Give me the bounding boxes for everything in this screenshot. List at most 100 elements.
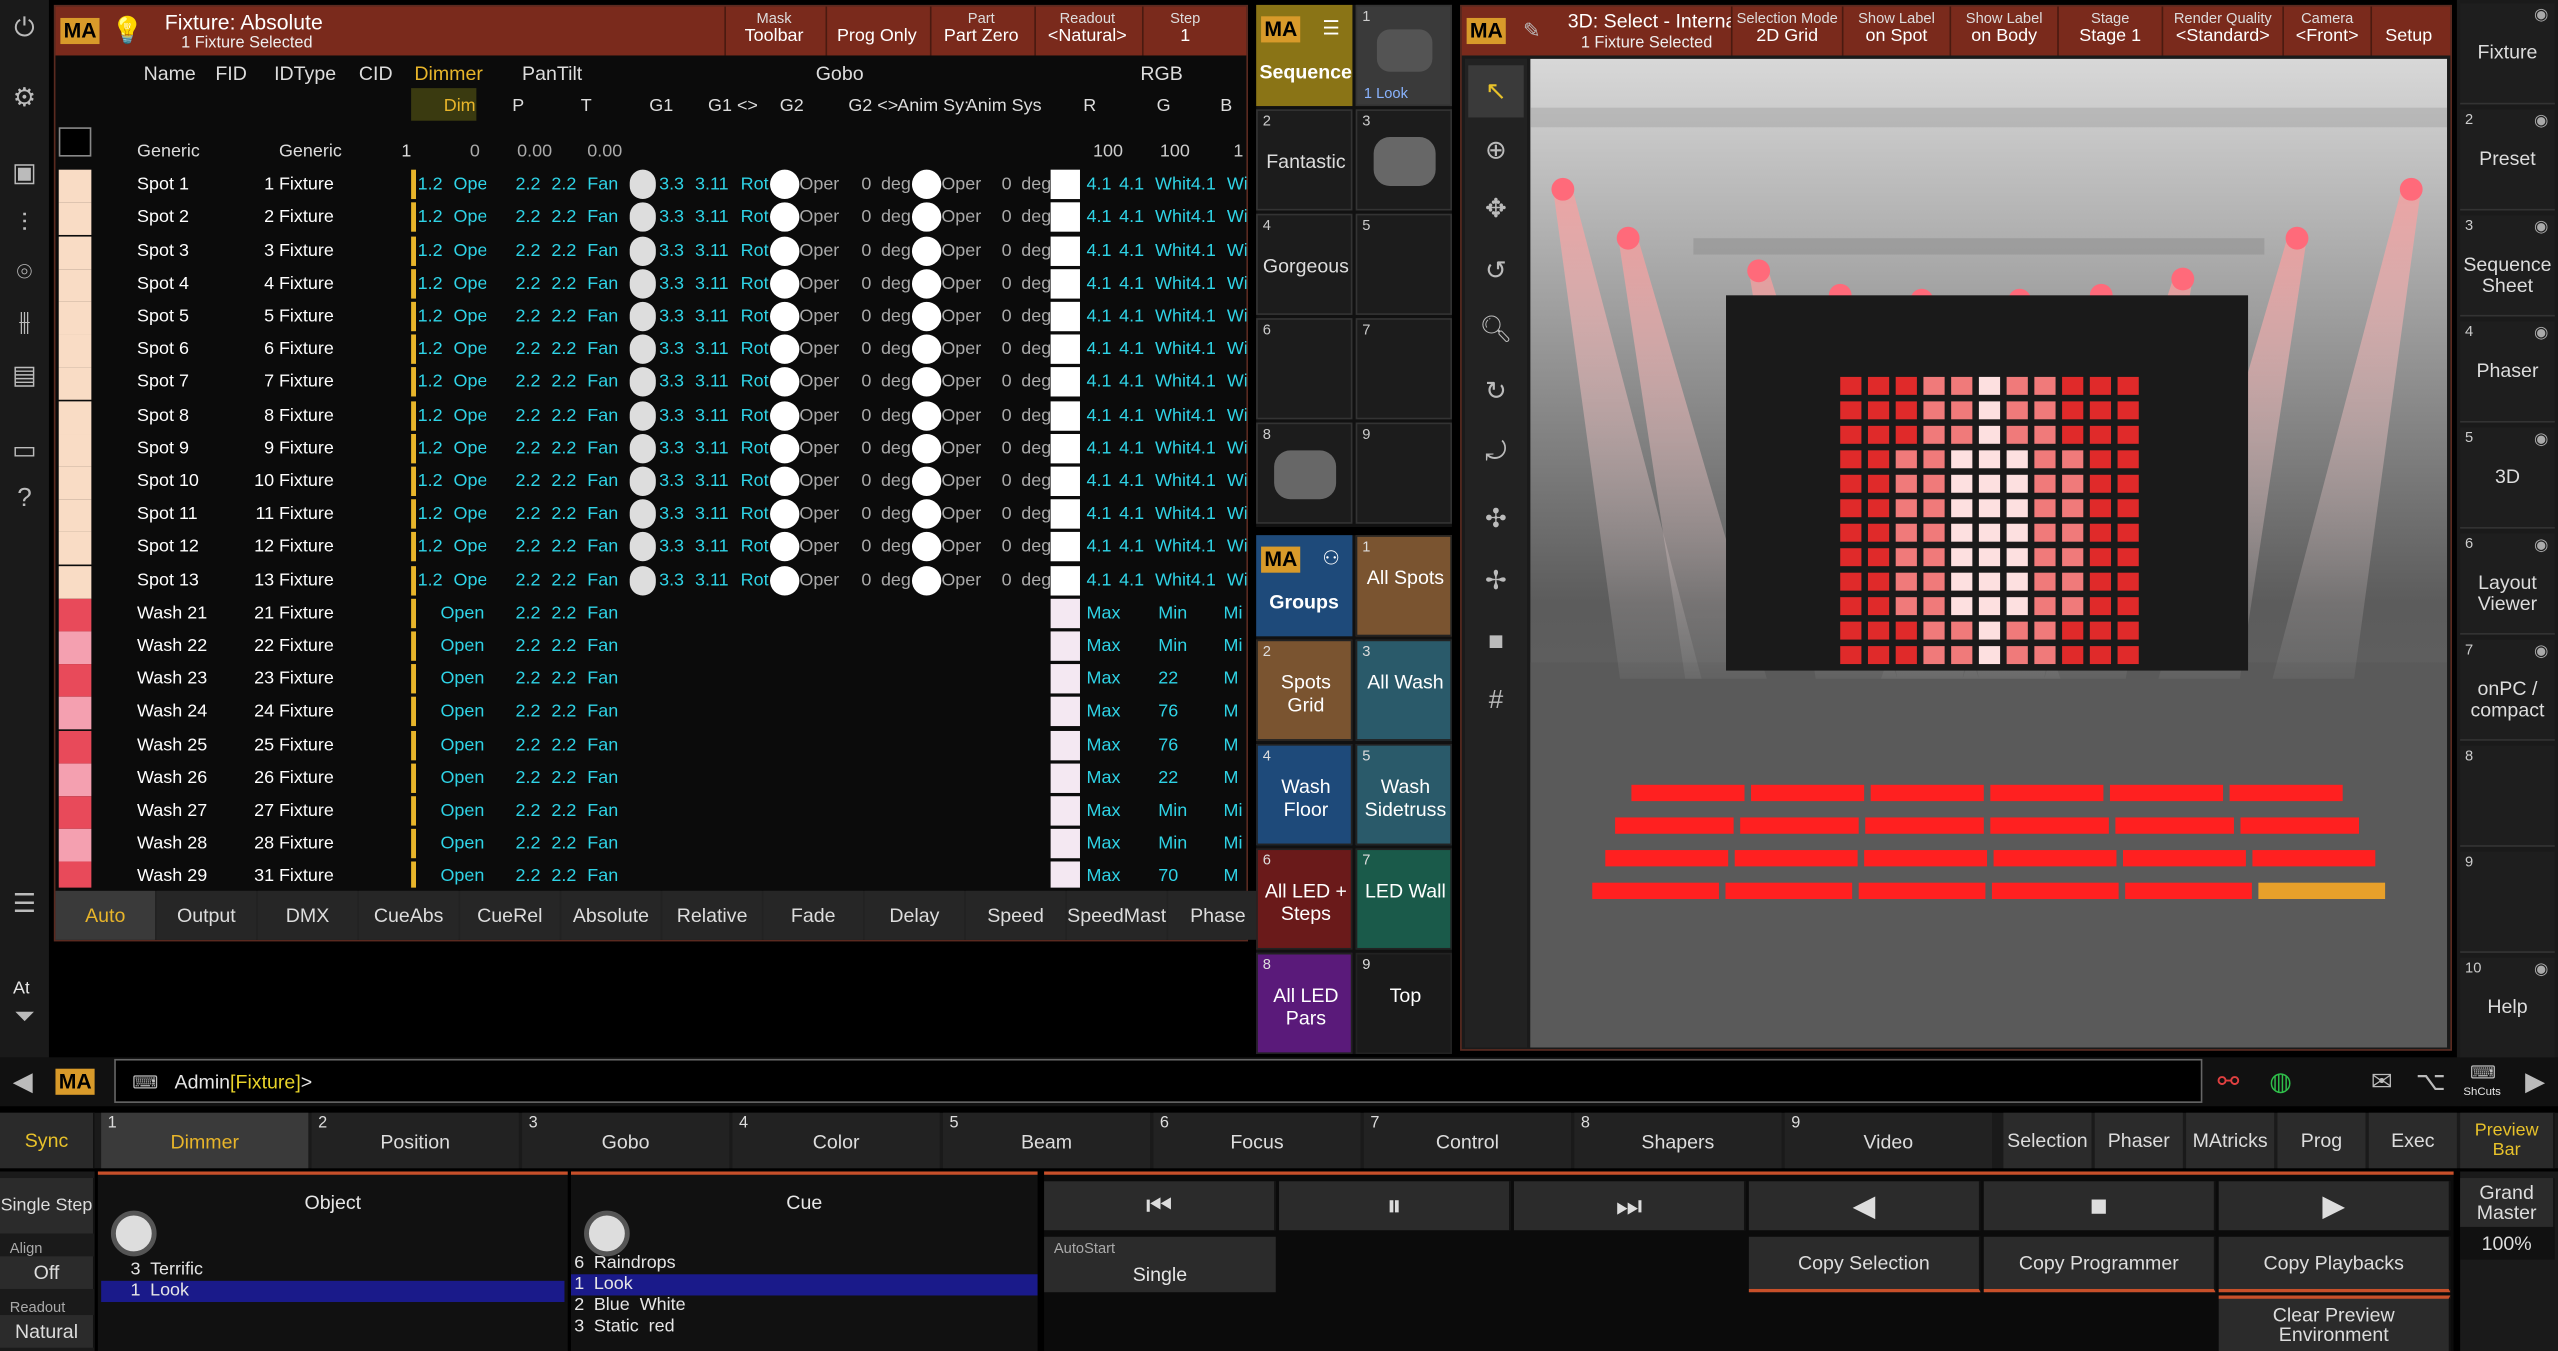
ma-logo[interactable]: MA (1261, 16, 1301, 43)
view-bar-item[interactable]: 3 ◉ Sequence Sheet (2460, 215, 2555, 317)
command-line-input[interactable]: ⌨ Admin[Fixture]> (114, 1058, 2203, 1103)
binoculars-icon[interactable]: ⚯ (2209, 1064, 2248, 1100)
fixture-name[interactable]: Wash 25 (137, 730, 251, 759)
sequence-pool-item[interactable]: 3 (1355, 109, 1452, 211)
shortcuts-icon[interactable]: ⌨ (2463, 1059, 2502, 1085)
viewer-toolbar-button[interactable]: Camera <Front> (2282, 6, 2370, 56)
cue-list-row[interactable]: 2 Blue White (571, 1295, 1038, 1316)
fixture-lamp[interactable] (1747, 259, 1771, 283)
fixture-name[interactable]: Wash 21 (137, 598, 251, 627)
window-icon[interactable]: ▣ (0, 153, 49, 192)
fixture-name[interactable]: Wash 23 (137, 664, 251, 693)
zoom-icon[interactable]: 🔍︎ (1468, 303, 1523, 355)
view-bar-item[interactable]: 6 ◉ Layout Viewer (2460, 533, 2555, 635)
cue-list-row[interactable]: 6 Raindrops (571, 1253, 1038, 1274)
viewer-toolbar-button[interactable]: Show Label on Body (1949, 6, 2058, 56)
copy-playbacks-button[interactable]: Copy Playbacks (2218, 1236, 2451, 1293)
view-bar-item[interactable]: ◉ Fixture (2460, 3, 2555, 105)
view-bar-item[interactable]: 4 ◉ Phaser (2460, 321, 2555, 423)
sequence-pool-item[interactable]: 5 (1355, 213, 1452, 315)
rotate-icon[interactable]: ↺ (1468, 245, 1523, 297)
at-label[interactable]: At (13, 979, 30, 999)
fixture-name[interactable]: Wash 26 (137, 763, 251, 792)
sequence-pool-item[interactable]: 4 Gorgeous (1256, 213, 1353, 315)
fixture-toolbar-button[interactable]: Readout <Natural> (1034, 6, 1138, 56)
copy-selection-button[interactable]: Copy Selection (1748, 1236, 1981, 1293)
fixture-name[interactable]: Spot 8 (137, 401, 251, 430)
go-button[interactable]: ▶ (2218, 1181, 2451, 1231)
preset-type-beam[interactable]: 5 Beam (942, 1112, 1151, 1169)
ma-logo[interactable]: MA (60, 17, 100, 45)
preset-type-color[interactable]: 4 Color (732, 1112, 940, 1169)
readout-value[interactable]: Natural (0, 1315, 95, 1348)
orbit-icon[interactable]: ↻ (1468, 365, 1523, 417)
preset-extra-prog-time[interactable]: Prog Time (2277, 1112, 2366, 1207)
preset-extra-selection[interactable]: Selection (2003, 1112, 2092, 1169)
sequence-pool-item[interactable]: 7 (1355, 318, 1452, 420)
back-button[interactable]: ◀ (1748, 1181, 1981, 1231)
tab-delay[interactable]: Delay (864, 890, 965, 940)
pan-alt-icon[interactable]: ✢ (1468, 555, 1523, 607)
fixture-name[interactable]: Wash 24 (137, 697, 251, 726)
keyboard-icon[interactable]: ⌨ (129, 1067, 162, 1096)
viewer-toolbar-button[interactable]: Show Label on Spot (1841, 6, 1950, 56)
fixture-lamp[interactable] (2399, 177, 2423, 201)
preset-type-video[interactable]: 9 Video (1784, 1112, 1992, 1169)
grand-master[interactable]: Grand Master 100% (2460, 1171, 2558, 1351)
tab-dmx[interactable]: DMX (257, 890, 358, 940)
object-list-row[interactable]: 1 Look (101, 1280, 565, 1303)
preset-extra-matricks[interactable]: MAtricks (2186, 1112, 2275, 1169)
group-pool-item[interactable]: 8 All LED Pars (1256, 952, 1353, 1055)
camera-icon[interactable]: ■ (1468, 617, 1523, 669)
ma-logo[interactable]: MA (1466, 17, 1507, 45)
sequence-pool-item[interactable]: 8 (1256, 422, 1353, 524)
group-pool-item[interactable]: 7 LED Wall (1355, 848, 1452, 950)
fixture-name[interactable]: Spot 1 (137, 170, 251, 199)
faders-icon[interactable]: ⫶ (0, 206, 49, 245)
monitor-icon[interactable]: ▭ (0, 431, 49, 470)
crosshair-icon[interactable]: ⊕ (1468, 124, 1523, 176)
group-pool-item[interactable]: 2 Spots Grid (1256, 639, 1353, 741)
view-bar-item[interactable]: 10 ◉ Help (2460, 957, 2555, 1059)
ma-logo[interactable]: MA (55, 1068, 95, 1095)
cue-list-row[interactable]: 1 Look (570, 1274, 1038, 1296)
rotate-axis-icon[interactable]: ⤾ (1468, 427, 1523, 479)
group-pool-item[interactable]: 4 Wash Floor (1256, 744, 1353, 846)
fixture-lamp[interactable] (2285, 226, 2309, 250)
sync-button[interactable]: Sync (0, 1112, 95, 1169)
view-bar-item[interactable]: 7 ◉ onPC / compact (2460, 639, 2555, 741)
fixture-lamp[interactable] (1616, 226, 1640, 250)
fixture-name[interactable]: Spot 4 (137, 269, 251, 298)
fast-forward-button[interactable]: ⏭ (1513, 1181, 1746, 1231)
network-icon[interactable]: ◍ (2261, 1064, 2300, 1100)
message-icon[interactable]: ✉ (2362, 1064, 2401, 1100)
preset-type-position[interactable]: 2 Position (311, 1112, 519, 1169)
gear-icon[interactable]: ⚙ (0, 78, 49, 117)
tab-auto[interactable]: Auto (55, 890, 155, 940)
fixture-lamp[interactable] (2171, 267, 2195, 291)
keyboard-icon[interactable]: ▤ (0, 356, 49, 395)
pause-button[interactable]: ⏸ (1279, 1181, 1511, 1231)
arrow-right-icon[interactable]: ▶ (2516, 1064, 2555, 1100)
fixture-name[interactable]: Spot 13 (137, 566, 251, 595)
fixture-name[interactable]: Wash 29 (137, 862, 251, 887)
tab-cueabs[interactable]: CueAbs (358, 890, 459, 940)
view-bar-item[interactable]: 8 (2460, 745, 2555, 847)
stage-render[interactable] (1530, 58, 2448, 1048)
fast-rewind-button[interactable]: ⏮ (1044, 1181, 1276, 1231)
preset-type-shapers[interactable]: 8 Shapers (1574, 1112, 1782, 1169)
fixture-name[interactable]: Spot 2 (137, 203, 251, 232)
preview-bar-button[interactable]: Preview Bar (2460, 1112, 2555, 1169)
clear-preview-button[interactable]: Clear Preview Environment (2218, 1295, 2451, 1351)
ma-logo[interactable]: MA (1261, 546, 1301, 573)
arrow-left-icon[interactable]: ◀ (3, 1064, 42, 1100)
preset-extra-phaser[interactable]: Phaser (2094, 1112, 2183, 1169)
single-step-button[interactable]: Single Step (0, 1178, 95, 1234)
preset-extra-exec-time[interactable]: Exec Time (2368, 1112, 2457, 1207)
fixture-name[interactable]: Spot 10 (137, 467, 251, 496)
help-icon[interactable]: ? (0, 480, 49, 519)
view-bar-item[interactable]: 5 ◉ 3D (2460, 427, 2555, 529)
group-pool-item[interactable]: 5 Wash Sidetruss (1355, 744, 1452, 846)
viewer-toolbar-button[interactable]: Render Quality <Standard> (2161, 6, 2283, 56)
cue-knob[interactable] (584, 1210, 630, 1257)
